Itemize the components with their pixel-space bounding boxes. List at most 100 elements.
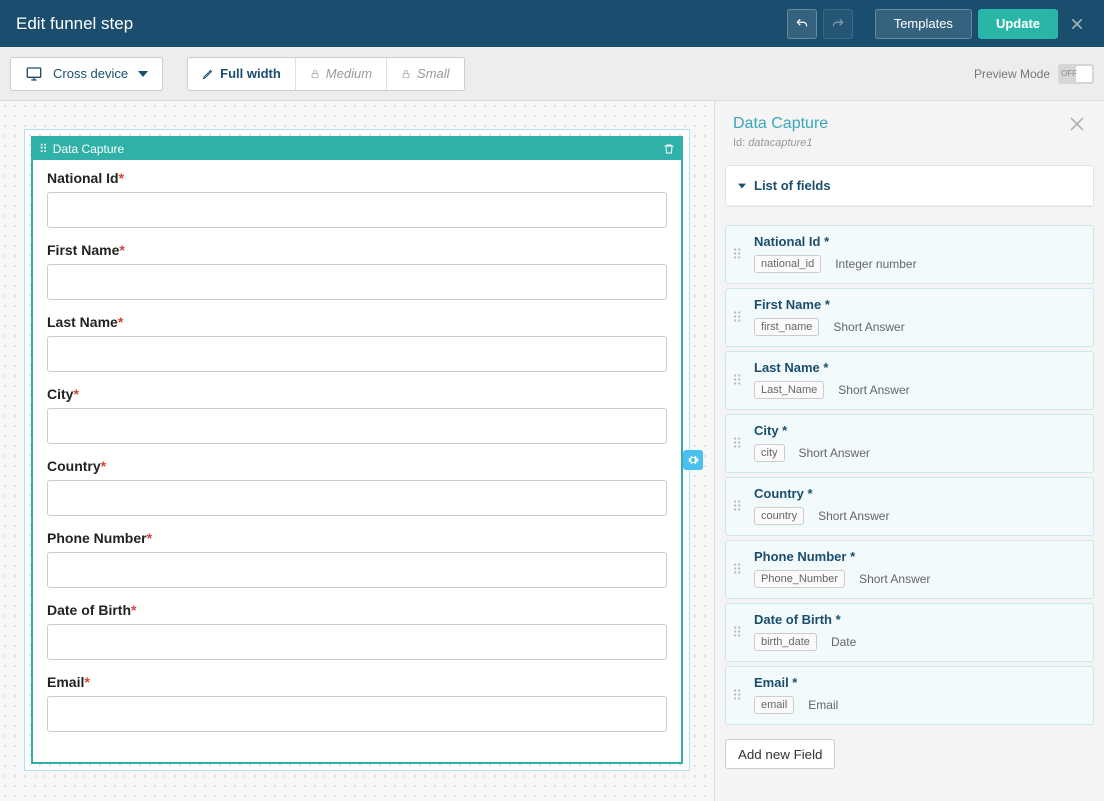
page-title: Edit funnel step: [16, 14, 787, 34]
add-field-row: Add new Field: [725, 739, 1094, 769]
preview-label: Preview Mode: [974, 67, 1050, 81]
close-icon: [1068, 115, 1086, 133]
widget-data-capture[interactable]: ⠿ Data Capture National Id*First Name*La…: [31, 136, 683, 764]
undo-icon: [794, 17, 810, 31]
panel-header: Data Capture Id: datacapture1: [715, 101, 1104, 159]
field-card[interactable]: ⠿ First Name * first_name Short Answer: [725, 288, 1094, 347]
caret-down-icon: [738, 183, 746, 189]
field-card[interactable]: ⠿Last Name *Last_NameShort Answer: [725, 351, 1094, 410]
grip-icon[interactable]: ⠿: [732, 624, 744, 641]
field-card-title: Email *: [754, 675, 1083, 690]
field-card-meta: birth_dateDate: [754, 633, 1083, 651]
field-type: Integer number: [835, 257, 916, 271]
field-card-meta: Last_Name Short Answer: [754, 381, 1083, 399]
form-input[interactable]: [47, 264, 667, 300]
device-dropdown[interactable]: Cross device: [10, 57, 163, 91]
grip-icon[interactable]: ⠿: [732, 435, 744, 452]
form-field: Date of Birth*: [47, 602, 667, 660]
required-mark: *: [119, 242, 124, 258]
required-mark: *: [101, 458, 106, 474]
panel-title: Data Capture: [733, 115, 1068, 133]
trash-icon[interactable]: [663, 142, 675, 156]
grip-icon[interactable]: ⠿: [732, 687, 744, 704]
grip-icon[interactable]: ⠿: [732, 309, 744, 326]
form-input[interactable]: [47, 192, 667, 228]
field-tag: first_name: [754, 318, 819, 336]
field-card-meta: Phone_NumberShort Answer: [754, 570, 1083, 588]
grip-icon[interactable]: ⠿: [732, 561, 744, 578]
field-card[interactable]: ⠿City *cityShort Answer: [725, 414, 1094, 473]
form-field-label: Phone Number*: [47, 530, 667, 546]
form-input[interactable]: [47, 624, 667, 660]
field-card-meta: countryShort Answer: [754, 507, 1083, 525]
field-card-title: National Id *: [754, 234, 1083, 249]
widget-body: National Id*First Name*Last Name*City*Co…: [33, 160, 681, 762]
grip-icon[interactable]: ⠿: [732, 372, 744, 389]
form-field: Last Name*: [47, 314, 667, 372]
required-mark: *: [84, 674, 89, 690]
templates-button[interactable]: Templates: [875, 9, 972, 39]
grip-icon: ⠿: [39, 142, 49, 156]
field-card-meta: national_idInteger number: [754, 255, 1083, 273]
field-card-title: Phone Number *: [754, 549, 1083, 564]
redo-button[interactable]: [823, 9, 853, 39]
field-card[interactable]: ⠿ Phone Number * Phone_NumberShort Answer: [725, 540, 1094, 599]
field-tag: Phone_Number: [754, 570, 845, 588]
field-tag: city: [754, 444, 785, 462]
form-input[interactable]: [47, 336, 667, 372]
field-card[interactable]: ⠿ Country * countryShort Answer: [725, 477, 1094, 536]
widget-title: Data Capture: [53, 142, 659, 156]
lock-icon: [310, 68, 320, 80]
panel-close-button[interactable]: [1068, 115, 1086, 133]
grip-icon[interactable]: ⠿: [732, 498, 744, 515]
form-input[interactable]: [47, 696, 667, 732]
form-field: City*: [47, 386, 667, 444]
form-input[interactable]: [47, 408, 667, 444]
field-card[interactable]: ⠿Date of Birth *birth_dateDate: [725, 603, 1094, 662]
required-mark: *: [131, 602, 136, 618]
field-card[interactable]: ⠿ Email * email Email: [725, 666, 1094, 725]
width-segmented: Full width Medium Small: [187, 57, 464, 91]
close-button[interactable]: [1070, 17, 1094, 31]
fields-list: ⠿National Id *national_idInteger number⠿…: [725, 225, 1094, 725]
form-input[interactable]: [47, 480, 667, 516]
width-medium: Medium: [296, 58, 387, 90]
widget-settings-button[interactable]: [683, 450, 703, 470]
canvas[interactable]: ⠿ Data Capture National Id*First Name*La…: [24, 129, 690, 771]
width-full[interactable]: Full width: [188, 58, 296, 90]
field-tag: email: [754, 696, 794, 714]
field-card-title: First Name *: [754, 297, 1083, 312]
form-field: First Name*: [47, 242, 667, 300]
form-field-label: City*: [47, 386, 667, 402]
properties-panel: Data Capture Id: datacapture1 List of fi…: [714, 101, 1104, 801]
field-type: Email: [808, 698, 838, 712]
widget-header[interactable]: ⠿ Data Capture: [33, 138, 681, 160]
required-mark: *: [119, 170, 124, 186]
field-card-title: Country *: [754, 486, 1083, 501]
pencil-icon: [202, 68, 214, 80]
redo-icon: [830, 17, 846, 31]
gear-icon: [687, 454, 699, 466]
field-type: Short Answer: [838, 383, 909, 397]
preview-mode: Preview Mode OFF: [974, 64, 1094, 84]
field-card[interactable]: ⠿ National Id * national_idInteger number: [725, 225, 1094, 284]
caret-down-icon: [138, 71, 148, 77]
canvas-area[interactable]: ⠿ Data Capture National Id*First Name*La…: [0, 101, 714, 801]
form-field: Email*: [47, 674, 667, 732]
form-field-label: First Name*: [47, 242, 667, 258]
required-mark: *: [147, 530, 152, 546]
grip-icon[interactable]: ⠿: [732, 246, 744, 263]
add-field-button[interactable]: Add new Field: [725, 739, 835, 769]
undo-button[interactable]: [787, 9, 817, 39]
field-tag: Last_Name: [754, 381, 824, 399]
preview-toggle[interactable]: OFF: [1058, 64, 1094, 84]
field-type: Short Answer: [833, 320, 904, 334]
form-input[interactable]: [47, 552, 667, 588]
form-field-label: Last Name*: [47, 314, 667, 330]
update-button[interactable]: Update: [978, 9, 1058, 39]
section-toggle[interactable]: List of fields: [726, 166, 1093, 206]
field-card-meta: cityShort Answer: [754, 444, 1083, 462]
top-bar: Edit funnel step Templates Update: [0, 0, 1104, 47]
required-mark: *: [73, 386, 78, 402]
section-list-of-fields: List of fields: [725, 165, 1094, 207]
